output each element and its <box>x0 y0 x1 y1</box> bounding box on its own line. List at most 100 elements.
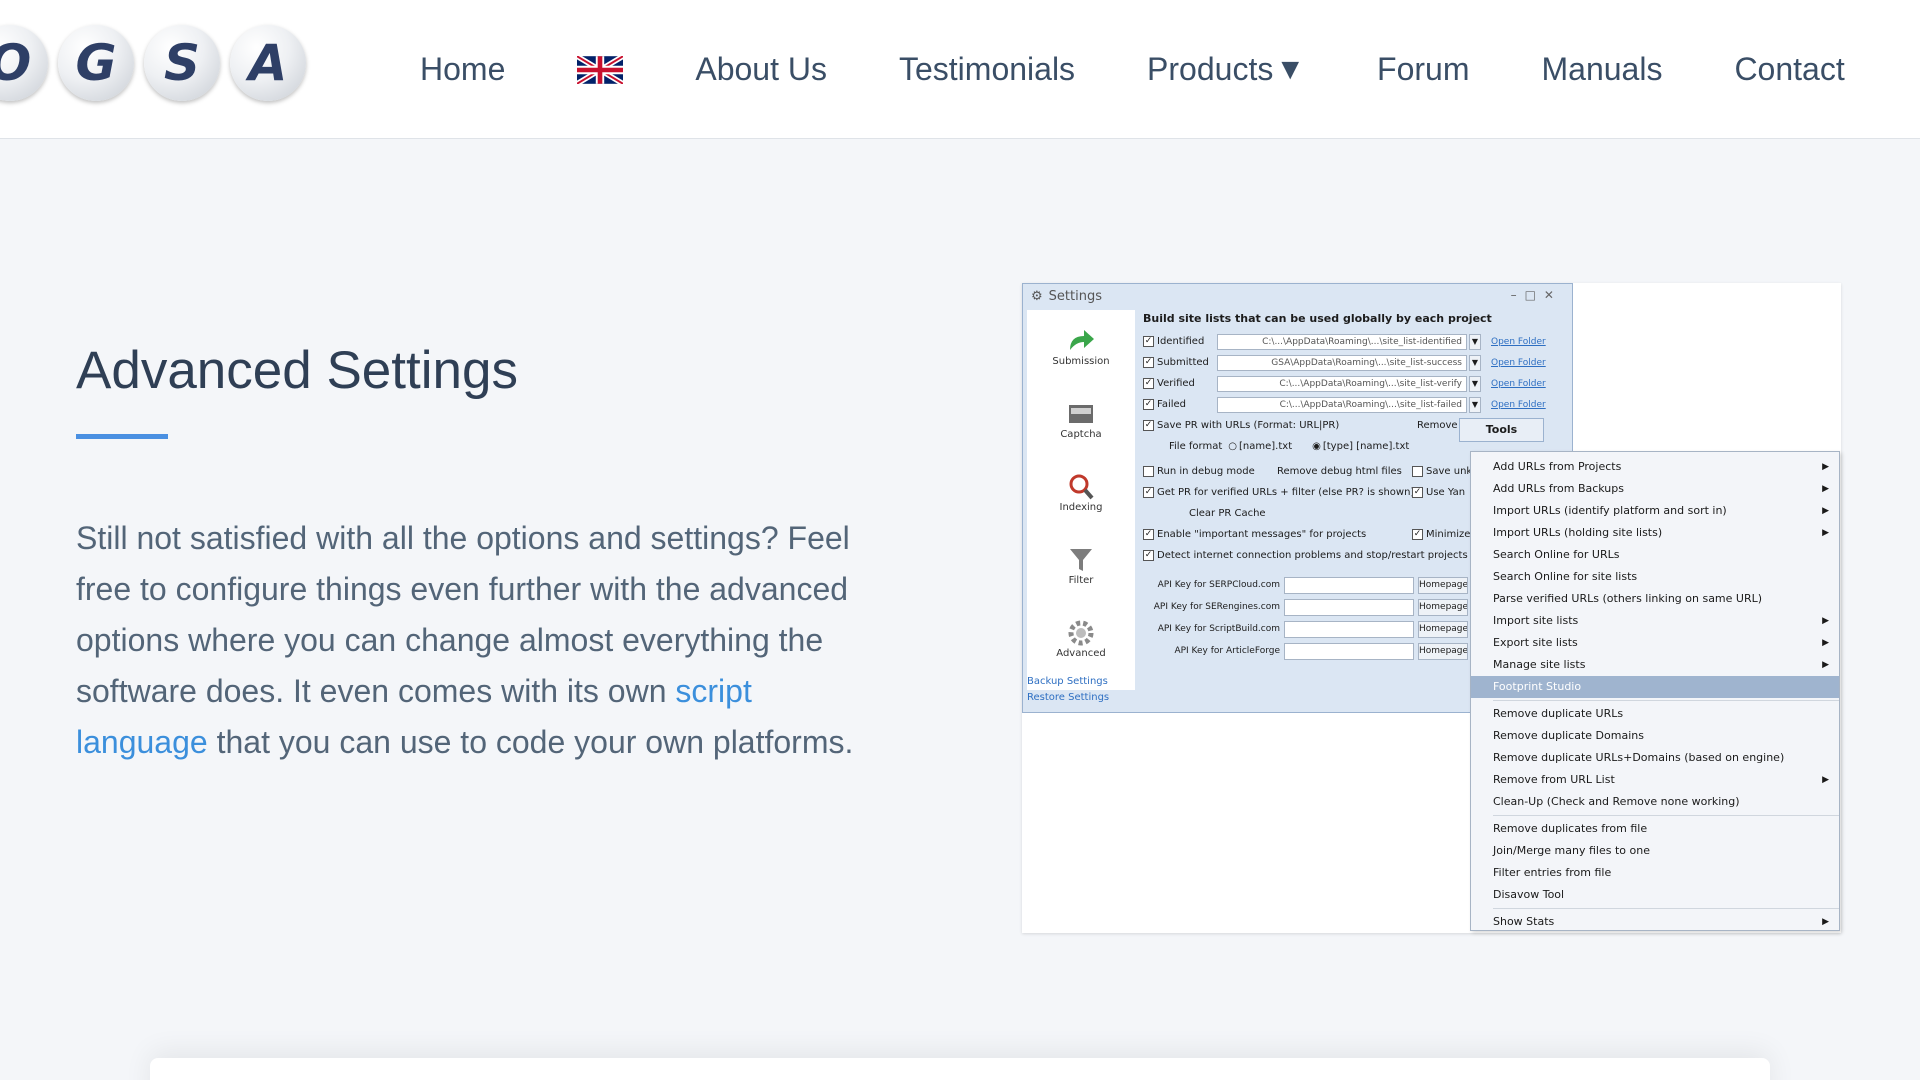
sidebar-item-advanced[interactable]: Advanced <box>1027 602 1135 675</box>
menu-item[interactable]: Remove duplicate Domains <box>1471 725 1839 747</box>
nav-products[interactable]: Products ▼ <box>1147 51 1305 88</box>
sidebar-item-submission[interactable]: Submission <box>1027 310 1135 383</box>
menu-item[interactable]: Manage site lists ▶ <box>1471 654 1839 676</box>
nav-testimonials[interactable]: Testimonials <box>899 51 1075 88</box>
menu-item-label: Join/Merge many files to one <box>1493 844 1650 857</box>
restore-settings-link[interactable]: Restore Settings <box>1027 690 1109 706</box>
api-key-input[interactable] <box>1284 642 1414 660</box>
checkbox[interactable]: ✓ <box>1143 378 1154 389</box>
sidebar-item-filter[interactable]: Filter <box>1027 529 1135 602</box>
nav-forum[interactable]: Forum <box>1377 51 1469 88</box>
menu-item-label: Add URLs from Projects <box>1493 460 1622 473</box>
menu-item[interactable]: Search Online for site lists <box>1471 566 1839 588</box>
open-folder-link[interactable]: Open Folder <box>1491 358 1546 368</box>
menu-separator <box>1493 700 1839 701</box>
menu-item-label: Remove duplicates from file <box>1493 822 1648 835</box>
checkbox[interactable] <box>1143 466 1154 477</box>
menu-item[interactable]: Remove duplicate URLs <box>1471 703 1839 725</box>
menu-item[interactable]: Add URLs from Backups ▶ <box>1471 478 1839 500</box>
menu-item[interactable]: Export site lists ▶ <box>1471 632 1839 654</box>
homepage-button[interactable]: Homepage <box>1418 576 1468 594</box>
list-label: Failed <box>1157 399 1187 410</box>
api-key-label: API Key for ArticleForge <box>1174 646 1280 656</box>
chevron-right-icon: ▶ <box>1822 616 1829 626</box>
menu-item[interactable]: Remove from URL List ▶ <box>1471 769 1839 791</box>
chevron-down-icon[interactable]: ▼ <box>1469 354 1481 371</box>
homepage-button[interactable]: Homepage <box>1418 642 1468 660</box>
api-key-input[interactable] <box>1284 620 1414 638</box>
menu-item[interactable]: Parse verified URLs (others linking on s… <box>1471 588 1839 610</box>
api-key-input[interactable] <box>1284 598 1414 616</box>
menu-item[interactable]: Add URLs from Projects ▶ <box>1471 456 1839 478</box>
logo-letter-s: S <box>144 25 220 101</box>
menu-item[interactable]: Show Stats ▶ <box>1471 911 1839 933</box>
list-path-input[interactable]: C:\...\AppData\Roaming\...\site_list-fai… <box>1217 396 1467 413</box>
checkbox[interactable]: ✓ <box>1143 550 1154 561</box>
radio-name-txt[interactable]: ○ <box>1228 441 1237 452</box>
list-path-input[interactable]: C:\...\AppData\Roaming\...\site_list-ide… <box>1217 333 1467 350</box>
chevron-down-icon[interactable]: ▼ <box>1469 396 1481 413</box>
window-title: Settings <box>1048 288 1102 304</box>
sidebar-item-captcha[interactable]: Captcha <box>1027 383 1135 456</box>
homepage-button[interactable]: Homepage <box>1418 620 1468 638</box>
menu-item-label: Search Online for URLs <box>1493 548 1620 561</box>
section-description: Still not satisfied with all the options… <box>76 513 876 768</box>
clear-pr-cache-button[interactable]: Clear PR Cache <box>1189 508 1266 519</box>
remove-label[interactable]: Remove <box>1417 420 1458 431</box>
menu-item[interactable]: Filter entries from file <box>1471 862 1839 884</box>
api-key-label: API Key for ScriptBuild.com <box>1157 624 1280 634</box>
logo-letter-a: A <box>230 25 306 101</box>
backup-settings-link[interactable]: Backup Settings <box>1027 674 1109 690</box>
menu-item[interactable]: Search Online for URLs <box>1471 544 1839 566</box>
homepage-button[interactable]: Homepage <box>1418 598 1468 616</box>
open-folder-link[interactable]: Open Folder <box>1491 379 1546 389</box>
menu-item-label: Add URLs from Backups <box>1493 482 1624 495</box>
menu-item[interactable]: Remove duplicate URLs+Domains (based on … <box>1471 747 1839 769</box>
checkbox[interactable]: ✓ <box>1143 336 1154 347</box>
nav-contact[interactable]: Contact <box>1734 51 1844 88</box>
get-pr-label: Get PR for verified URLs + filter (else … <box>1157 487 1412 498</box>
open-folder-link[interactable]: Open Folder <box>1491 337 1546 347</box>
menu-item[interactable]: Remove duplicates from file <box>1471 818 1839 840</box>
chevron-down-icon[interactable]: ▼ <box>1469 333 1481 350</box>
nav-about-us[interactable]: About Us <box>695 51 827 88</box>
checkbox[interactable]: ✓ <box>1143 399 1154 410</box>
chevron-down-icon[interactable]: ▼ <box>1469 375 1481 392</box>
gsa-logo[interactable]: O G S A <box>0 25 306 101</box>
menu-item[interactable]: Import URLs (holding site lists) ▶ <box>1471 522 1839 544</box>
chevron-right-icon: ▶ <box>1822 917 1829 927</box>
sidebar-label: Indexing <box>1059 502 1103 513</box>
uk-flag-icon <box>577 55 624 84</box>
chevron-right-icon: ▶ <box>1822 462 1829 472</box>
checkbox[interactable]: ✓ <box>1143 487 1154 498</box>
menu-item[interactable]: Join/Merge many files to one <box>1471 840 1839 862</box>
format-option-a: [name].txt <box>1239 441 1293 452</box>
sidebar-item-indexing[interactable]: Indexing <box>1027 456 1135 529</box>
menu-item-label: Import URLs (holding site lists) <box>1493 526 1663 539</box>
checkbox[interactable]: ✓ <box>1143 420 1154 431</box>
menu-item[interactable]: Footprint Studio <box>1471 676 1839 698</box>
menu-item[interactable]: Import site lists ▶ <box>1471 610 1839 632</box>
menu-item[interactable]: Import URLs (identify platform and sort … <box>1471 500 1839 522</box>
menu-item[interactable]: Clean-Up (Check and Remove none working) <box>1471 791 1839 813</box>
menu-item-label: Remove duplicate Domains <box>1493 729 1644 742</box>
checkbox[interactable] <box>1412 466 1423 477</box>
menu-item-label: Filter entries from file <box>1493 866 1612 879</box>
checkbox[interactable]: ✓ <box>1412 487 1423 498</box>
arrow-right-icon <box>1070 330 1094 350</box>
radio-type-name-txt[interactable]: ◉ <box>1312 441 1321 452</box>
list-row-failed: ✓ Failed C:\...\AppData\Roaming\...\site… <box>1139 394 1571 415</box>
language-selector[interactable] <box>577 55 624 84</box>
nav-home[interactable]: Home <box>420 51 505 88</box>
list-path-input[interactable]: C:\...\AppData\Roaming\...\site_list-ver… <box>1217 375 1467 392</box>
api-key-input[interactable] <box>1284 576 1414 594</box>
menu-item[interactable]: Disavow Tool <box>1471 884 1839 906</box>
checkbox[interactable]: ✓ <box>1143 357 1154 368</box>
list-path-input[interactable]: GSA\AppData\Roaming\...\site_list-succes… <box>1217 354 1467 371</box>
checkbox[interactable]: ✓ <box>1412 529 1423 540</box>
open-folder-link[interactable]: Open Folder <box>1491 400 1546 410</box>
checkbox[interactable]: ✓ <box>1143 529 1154 540</box>
gear-icon <box>1068 620 1094 646</box>
tools-button[interactable]: Tools <box>1459 418 1544 442</box>
nav-manuals[interactable]: Manuals <box>1541 51 1662 88</box>
